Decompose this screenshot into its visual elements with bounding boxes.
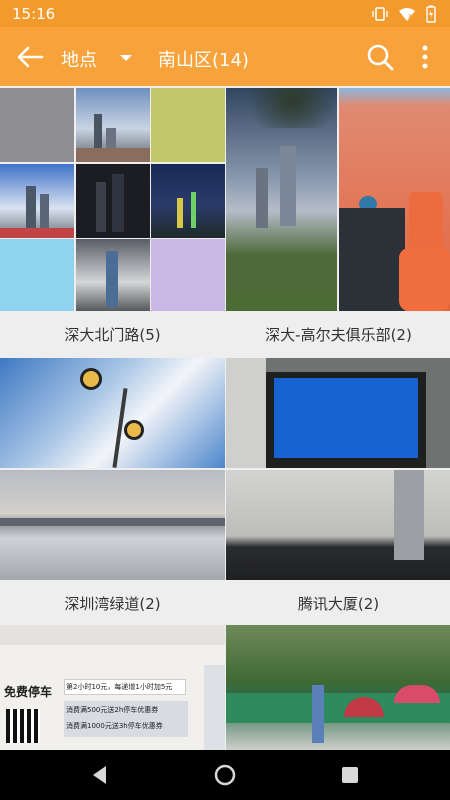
photo-thumbnail [339,88,450,311]
photo-thumbnail [0,164,74,238]
photo-thumbnail [151,88,225,162]
photo-thumbnail: 免费停车 第2小时10元，每递增1小时加5元 消费满500元送2h停车优惠券 消… [0,625,225,750]
photo-thumbnail [151,239,225,311]
app-bar: 地点 南山区(14) [0,27,450,86]
photo-thumbnail [76,88,150,162]
gallery-app: 15:16 x 地点 南山区(14) 深大北门路(5) 深大-高尔夫俱乐部(2)… [0,0,450,800]
back-nav-icon[interactable] [88,763,112,787]
parking-sign-line1: 第2小时10元，每递增1小时加5元 [66,683,173,691]
album-tile[interactable] [0,358,225,580]
more-options-icon[interactable] [417,42,433,72]
album-caption: 深圳湾绿道(2) [64,595,161,613]
photo-thumbnail [0,239,74,311]
parking-sign-line2: 消费满500元送2h停车优惠券 [66,706,159,714]
photo-thumbnail [0,88,74,162]
parking-sign-title: 免费停车 [4,685,53,699]
photo-thumbnail [226,625,450,750]
recents-nav-icon[interactable] [338,763,362,787]
album-tile[interactable] [226,88,450,311]
status-bar: 15:16 x [0,0,450,27]
photo-thumbnail [76,164,150,238]
album-tile[interactable] [0,88,225,311]
wifi-icon: x [399,8,415,21]
page-title: 南山区(14) [158,50,249,71]
album-tile[interactable] [226,358,450,580]
home-nav-icon[interactable] [213,763,237,787]
svg-text:x: x [408,12,412,20]
album-caption: 深大-高尔夫俱乐部(2) [265,326,412,344]
vibrate-icon [372,7,388,21]
album-caption: 深大北门路(5) [64,326,161,344]
photo-thumbnail [76,239,150,311]
photo-thumbnail [0,470,225,580]
photo-thumbnail [0,358,225,468]
status-icons: x [372,5,436,23]
photo-thumbnail [226,88,337,311]
parking-sign-line3: 消费满1000元送3h停车优惠券 [66,722,163,730]
photo-thumbnail [226,470,450,580]
search-icon[interactable] [365,42,395,72]
navigation-bar [0,750,450,800]
location-filter-label[interactable]: 地点 [61,46,97,72]
qr-code [6,709,40,743]
photo-thumbnail [226,358,450,468]
photo-thumbnail [151,164,225,238]
dropdown-arrow-icon[interactable] [119,53,133,63]
album-tile[interactable]: 免费停车 第2小时10元，每递增1小时加5元 消费满500元送2h停车优惠券 消… [0,625,225,750]
status-time: 15:16 [12,5,56,23]
battery-icon [426,5,436,23]
album-tile[interactable] [226,625,450,750]
album-grid: 深大北门路(5) 深大-高尔夫俱乐部(2) 深圳湾绿道(2) 腾讯大厦(2) 免… [0,86,450,750]
back-arrow-icon[interactable] [14,41,46,73]
album-caption: 腾讯大厦(2) [297,595,380,613]
